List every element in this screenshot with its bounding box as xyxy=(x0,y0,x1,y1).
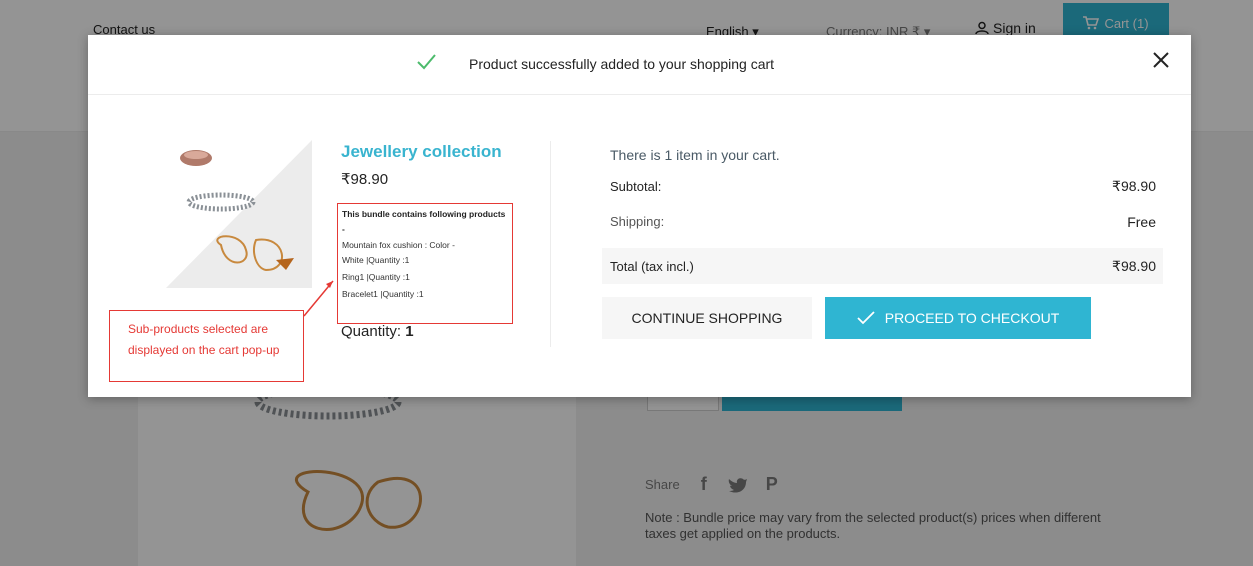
total-value: ₹98.90 xyxy=(1112,258,1156,274)
subtotal-value: ₹98.90 xyxy=(1112,178,1156,194)
total-label: Total (tax incl.) xyxy=(610,259,694,274)
quantity-label: Quantity: xyxy=(341,323,402,340)
vertical-divider xyxy=(550,141,551,347)
checkout-label: PROCEED TO CHECKOUT xyxy=(884,310,1060,326)
bundle-line: White |Quantity :1 xyxy=(342,255,410,265)
checkmark-icon xyxy=(417,54,436,70)
cart-item-count: There is 1 item in your cart. xyxy=(610,147,780,163)
continue-shopping-button[interactable]: CONTINUE SHOPPING xyxy=(602,297,812,339)
annotation-callout: Sub-products selected are displayed on t… xyxy=(109,310,304,382)
modal-title: Product successfully added to your shopp… xyxy=(469,56,775,72)
product-thumbnail xyxy=(166,140,312,288)
product-name[interactable]: Jewellery collection xyxy=(341,142,502,162)
product-price: ₹98.90 xyxy=(341,171,389,188)
shipping-value: Free xyxy=(1127,214,1156,230)
bundle-contents-box: This bundle contains following products … xyxy=(337,203,513,324)
subtotal-label: Subtotal: xyxy=(610,179,662,194)
bundle-line: Ring1 |Quantity :1 xyxy=(342,272,410,282)
close-icon[interactable] xyxy=(1150,49,1172,71)
shipping-label: Shipping: xyxy=(610,214,665,229)
checkmark-icon xyxy=(857,311,875,325)
bundle-heading: This bundle contains following products … xyxy=(342,209,506,234)
product-quantity: Quantity: 1 xyxy=(341,323,414,340)
modal-header: Product successfully added to your shopp… xyxy=(88,35,1191,95)
bundle-line: Bracelet1 |Quantity :1 xyxy=(342,289,424,299)
proceed-to-checkout-button[interactable]: PROCEED TO CHECKOUT xyxy=(825,297,1091,339)
quantity-value: 1 xyxy=(405,323,414,340)
